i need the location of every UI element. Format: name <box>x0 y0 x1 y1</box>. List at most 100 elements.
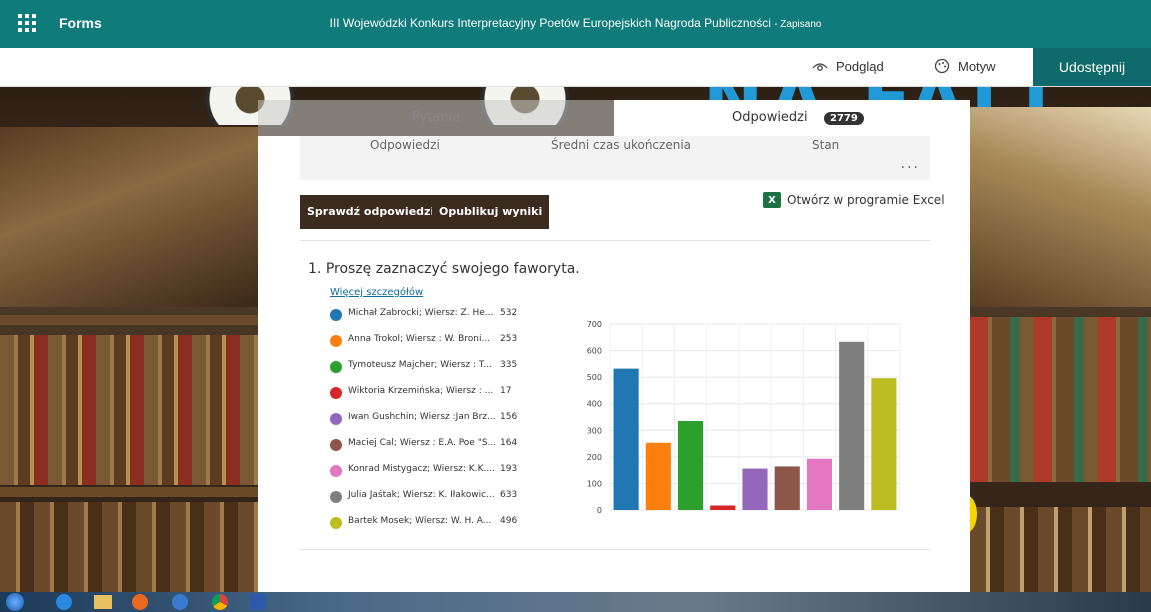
legend-label: Anna Trokol; Wiersz : W. Broni... <box>348 334 491 344</box>
publish-results-button[interactable]: Opublikuj wyniki <box>432 195 550 229</box>
shelf <box>0 315 258 325</box>
legend-color-dot <box>330 491 342 503</box>
explorer-icon[interactable] <box>94 595 112 609</box>
chart-bar[interactable] <box>871 378 897 510</box>
chart-bar[interactable] <box>645 442 671 510</box>
responses-bar-chart: 0 100 200 300 400 500 600 700 <box>587 320 901 515</box>
y-tick-label: 500 <box>587 373 602 382</box>
legend-item: Bartek Mosek; Wiersz: W. H. A... 496 <box>330 516 570 530</box>
summary-stats: Odpowiedzi Średni czas ukończenia Stan .… <box>300 136 930 180</box>
app-bar: Forms III Wojewódzki Konkurs Interpretac… <box>0 0 1151 48</box>
y-tick-label: 300 <box>587 426 602 435</box>
ie-icon[interactable] <box>56 594 72 610</box>
excel-icon: X <box>763 192 781 208</box>
legend-count: 17 <box>500 386 512 396</box>
word-icon[interactable] <box>250 594 266 610</box>
chart-bar[interactable] <box>839 341 865 510</box>
legend-item: Iwan Gushchin; Wiersz :Jan Brz... 156 <box>330 412 570 426</box>
more-options-icon[interactable]: ... <box>901 156 920 172</box>
legend-color-dot <box>330 387 342 399</box>
stat-avg-time-label: Średni czas ukończenia <box>551 138 692 152</box>
open-in-excel-link[interactable]: X Otwórz w programie Excel <box>763 192 945 208</box>
legend-count: 193 <box>500 464 518 474</box>
legend-color-dot <box>330 465 342 477</box>
question-number: 1. <box>308 261 322 277</box>
chrome-icon[interactable] <box>212 594 228 610</box>
legend-item: Tymoteusz Majcher; Wiersz : T... 335 <box>330 360 570 374</box>
divider <box>300 240 930 241</box>
tab-responses-label: Odpowiedzi <box>732 110 808 125</box>
legend-label: Wiktoria Krzemińska; Wiersz : ... <box>348 386 494 396</box>
form-title-text: III Wojewódzki Konkurs Interpretacyjny P… <box>329 16 771 30</box>
legend-item: Michał Zabrocki; Wiersz: Z. He... 532 <box>330 308 570 322</box>
preview-button[interactable]: Podgląd <box>812 58 884 74</box>
legend-label: Maciej Cal; Wiersz : E.A. Poe "S... <box>348 438 497 448</box>
view-tabs: Pytania Odpowiedzi 2779 <box>258 100 970 138</box>
y-tick-label: 0 <box>597 506 602 515</box>
tab-questions-label: Pytania <box>411 110 461 125</box>
preview-label: Podgląd <box>836 58 884 74</box>
legend-count: 253 <box>500 334 518 344</box>
save-status: - Zapisano <box>774 19 822 30</box>
check-responses-button[interactable]: Sprawdź odpowiedzi <box>300 195 442 229</box>
legend-count: 532 <box>500 308 518 318</box>
command-bar: Podgląd Motyw <box>0 48 1151 87</box>
more-details-link[interactable]: Więcej szczegółów <box>330 287 423 298</box>
firefox-icon[interactable] <box>132 594 148 610</box>
legend-color-dot <box>330 309 342 321</box>
legend-count: 164 <box>500 438 518 448</box>
legend-item: Maciej Cal; Wiersz : E.A. Poe "S... 164 <box>330 438 570 452</box>
app-icon[interactable] <box>172 594 188 610</box>
form-title: III Wojewódzki Konkurs Interpretacyjny P… <box>0 16 1151 30</box>
books-left-top <box>0 127 258 307</box>
chart-bar[interactable] <box>742 468 768 510</box>
books-right-bottom <box>970 507 1151 592</box>
legend-label: Bartek Mosek; Wiersz: W. H. A... <box>348 516 492 526</box>
y-tick-label: 600 <box>587 347 602 356</box>
legend-color-dot <box>330 439 342 451</box>
taskbar <box>0 592 1151 612</box>
legend-item: Konrad Mistygacz; Wiersz: K.K.... 193 <box>330 464 570 478</box>
legend-count: 335 <box>500 360 518 370</box>
legend-item: Wiktoria Krzemińska; Wiersz : ... 17 <box>330 386 570 400</box>
shelf <box>0 487 258 497</box>
start-button[interactable] <box>6 593 24 611</box>
share-button[interactable]: Udostępnij <box>1033 48 1151 86</box>
legend-count: 633 <box>500 490 518 500</box>
chart-bar[interactable] <box>806 458 833 510</box>
theme-button[interactable]: Motyw <box>934 58 996 74</box>
legend-item: Anna Trokol; Wiersz : W. Broni... 253 <box>330 334 570 348</box>
y-tick-label: 200 <box>587 453 602 462</box>
divider <box>300 549 930 550</box>
legend-count: 156 <box>500 412 518 422</box>
legend-label: Iwan Gushchin; Wiersz :Jan Brz... <box>348 412 496 422</box>
legend-label: Konrad Mistygacz; Wiersz: K.K.... <box>348 464 495 474</box>
chart-bar[interactable] <box>677 420 704 510</box>
stat-status-label: Stan <box>812 138 840 152</box>
legend-color-dot <box>330 517 342 529</box>
tab-responses[interactable]: Odpowiedzi 2779 <box>614 100 970 138</box>
y-tick-label: 100 <box>587 479 602 488</box>
eye-icon <box>812 63 828 71</box>
legend-label: Tymoteusz Majcher; Wiersz : T... <box>348 360 492 370</box>
open-in-excel-label: Otwórz w programie Excel <box>787 193 945 207</box>
legend-color-dot <box>330 413 342 425</box>
y-tick-label: 700 <box>587 320 602 329</box>
books-left <box>0 335 258 485</box>
question-text: Proszę zaznaczyć swojego faworyta. <box>325 261 580 277</box>
chart-bar[interactable] <box>710 505 736 510</box>
legend-label: Julia Jaśtak; Wiersz: K. Iłakowic... <box>348 490 495 500</box>
legend-item: Julia Jaśtak; Wiersz: K. Iłakowic... 633 <box>330 490 570 504</box>
theme-label: Motyw <box>958 58 996 74</box>
question-title: 1. Proszę zaznaczyć swojego faworyta. <box>308 261 580 277</box>
chart-bar[interactable] <box>613 368 639 510</box>
books-right <box>970 317 1151 482</box>
legend-color-dot <box>330 361 342 373</box>
stat-responses-label: Odpowiedzi <box>370 138 440 152</box>
y-tick-label: 400 <box>587 400 602 409</box>
legend-count: 496 <box>500 516 518 526</box>
responses-card: Odpowiedzi Średni czas ukończenia Stan .… <box>258 136 970 592</box>
tab-questions[interactable]: Pytania <box>258 100 614 136</box>
chart-bar[interactable] <box>774 466 800 510</box>
legend-color-dot <box>330 335 342 347</box>
